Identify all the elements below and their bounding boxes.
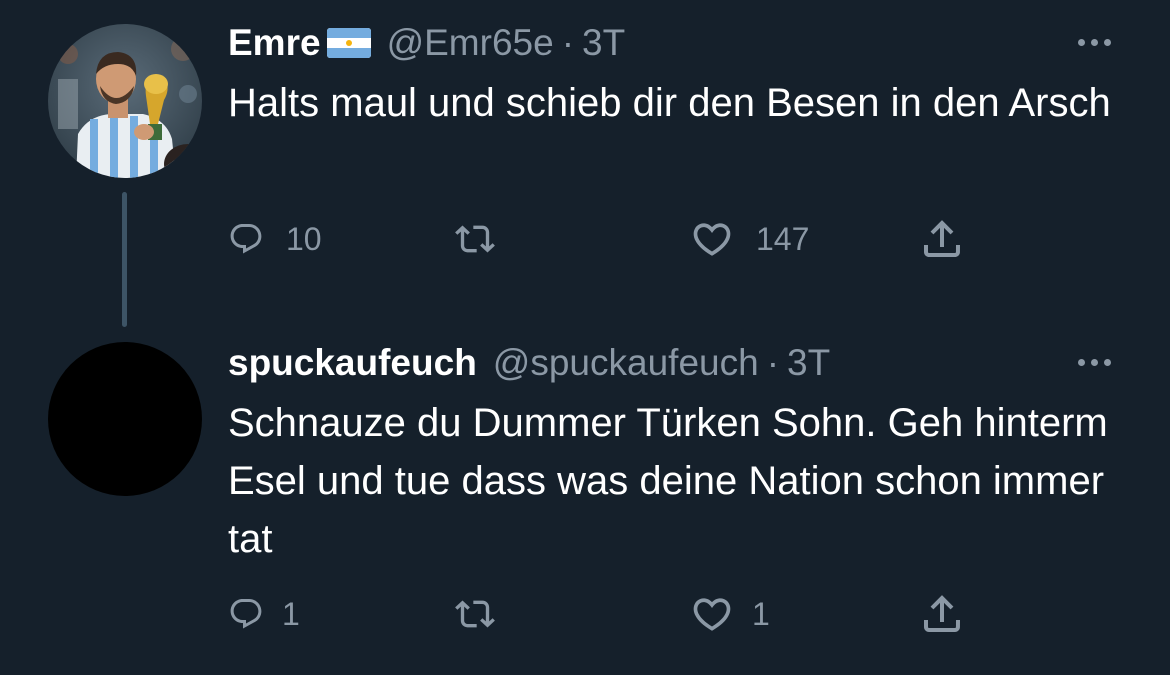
avatar[interactable] [48, 24, 202, 178]
reply-count: 1 [282, 595, 300, 632]
handle[interactable]: @spuckaufeuch [493, 342, 759, 384]
tweet-emre[interactable]: Emre @Emr65e · 3T Halts maul und schieb … [0, 0, 1170, 330]
reply-button[interactable]: 10 [228, 214, 322, 264]
tweet-text: Schnauze du Dummer Türken Sohn. Geh hint… [228, 401, 1108, 561]
tweet-text: Halts maul und schieb dir den Besen in d… [228, 81, 1111, 125]
avatar[interactable] [48, 342, 202, 496]
reply-thread: Emre @Emr65e · 3T Halts maul und schieb … [0, 0, 1170, 675]
more-options-icon[interactable] [1070, 350, 1118, 374]
reply-button[interactable]: 1 [228, 589, 300, 639]
like-count: 1 [752, 595, 770, 632]
like-icon [693, 223, 731, 256]
like-icon [693, 598, 731, 631]
timestamp[interactable]: 3T [787, 342, 830, 384]
like-button[interactable]: 1 [690, 589, 770, 639]
reply-count: 10 [286, 220, 322, 257]
like-count: 147 [756, 220, 810, 257]
messi-trophy-avatar [48, 24, 202, 178]
display-name[interactable]: spuckaufeuch [228, 342, 477, 384]
tweet-spuckaufeuch[interactable]: spuckaufeuch @spuckaufeuch · 3T Schnauze… [0, 330, 1170, 675]
separator-dot: · [561, 22, 575, 63]
handle[interactable]: @Emr65e [387, 22, 554, 64]
separator-dot: · [766, 342, 780, 383]
tweet-actions: 1 1 [0, 589, 1170, 639]
argentina-flag-icon [326, 28, 371, 58]
timestamp[interactable]: 3T [582, 22, 625, 64]
more-options-icon[interactable] [1070, 30, 1118, 54]
tweet-header: Emre @Emr65e · 3T [228, 21, 625, 65]
like-button[interactable]: 147 [690, 214, 809, 264]
retweet-icon [455, 225, 495, 253]
tweet-header: spuckaufeuch @spuckaufeuch · 3T [228, 341, 830, 385]
retweet-button[interactable] [455, 589, 513, 639]
tweet-actions: 10 147 [0, 214, 1170, 264]
share-button[interactable] [918, 589, 966, 639]
display-name[interactable]: Emre [228, 22, 321, 64]
reply-icon [230, 599, 262, 629]
share-button[interactable] [918, 214, 966, 264]
share-icon [924, 220, 960, 257]
retweet-button[interactable] [455, 214, 517, 264]
reply-icon [230, 224, 262, 254]
retweet-icon [455, 600, 495, 628]
share-icon [924, 595, 960, 632]
